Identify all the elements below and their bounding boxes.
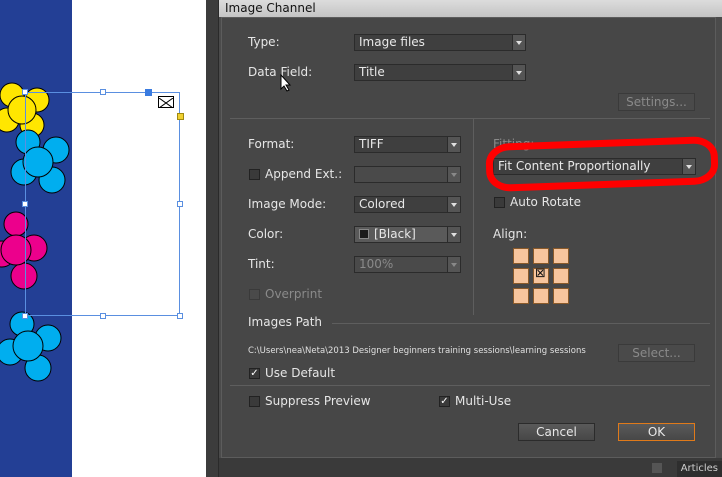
section-divider-vertical [473,119,474,315]
frame-handle-mr[interactable] [177,201,183,207]
overprint-label: Overprint [265,287,323,301]
chevron-down-icon [447,257,460,272]
image-mode-dropdown-value: Colored [359,197,406,211]
align-top-right[interactable] [553,248,569,264]
align-middle-left[interactable] [513,268,529,284]
frame-anchor-handle[interactable] [145,89,152,96]
canvas-pasteboard-edge [206,0,218,477]
settings-button[interactable]: Settings... [618,93,695,111]
type-dropdown[interactable]: Image files [354,34,526,51]
frame-handle-bl[interactable] [22,313,28,319]
frame-in-port[interactable] [177,113,184,120]
align-middle-right[interactable] [553,268,569,284]
empty-image-frame-icon [158,96,174,109]
align-bottom-right[interactable] [553,288,569,304]
cancel-button[interactable]: Cancel [518,423,595,441]
images-path-divider [332,323,710,324]
panel-arrow-icon[interactable] [652,463,662,473]
type-dropdown-value: Image files [359,35,425,49]
images-path-label: Images Path [248,315,323,329]
multi-use-checkbox[interactable]: ✓ [439,396,450,407]
document-canvas [0,0,210,477]
section-divider-bottom [230,385,710,386]
data-field-dropdown[interactable]: Title [354,64,526,81]
frame-handle-br[interactable] [177,313,183,319]
color-swatch [359,229,369,239]
color-dropdown-value: [Black] [374,227,416,241]
dialog-body: Type: Image files Data Field: Title Sett… [221,17,719,458]
append-ext-label: Append Ext.: [265,167,343,181]
tint-dropdown[interactable]: 100% [354,256,461,273]
suppress-preview-label: Suppress Preview [265,394,371,408]
tint-dropdown-value: 100% [359,257,394,271]
red-annotation-highlight [485,135,719,193]
image-mode-label: Image Mode: [248,197,327,211]
image-frame[interactable] [25,92,180,316]
append-ext-dropdown[interactable] [354,166,461,183]
frame-handle-ml[interactable] [22,201,28,207]
align-label: Align: [493,227,528,241]
background-panel-strip [219,458,722,477]
articles-panel-tab[interactable]: Articles [676,461,722,477]
data-field-dropdown-value: Title [359,65,385,79]
chevron-down-icon [447,197,460,212]
image-mode-dropdown[interactable]: Colored [354,196,461,213]
section-divider-top [230,118,710,119]
images-path-value: C:\Users\nea\Neta\2013 Designer beginner… [248,346,586,356]
chevron-down-icon [512,65,525,80]
align-bottom-center[interactable] [533,288,549,304]
image-channel-dialog: Image Channel Type: Image files Data Fie… [218,0,722,477]
chevron-down-icon [512,35,525,50]
mouse-cursor-icon [280,74,292,92]
use-default-label: Use Default [265,366,336,380]
format-dropdown-value: TIFF [359,137,384,151]
append-ext-checkbox[interactable] [249,169,260,180]
dialog-titlebar[interactable]: Image Channel [219,0,722,17]
align-bottom-left[interactable] [513,288,529,304]
select-button[interactable]: Select... [618,344,695,362]
align-top-center[interactable] [533,248,549,264]
flower-cyan-bottom [0,311,62,382]
align-top-left[interactable] [513,248,529,264]
chevron-down-icon [447,167,460,182]
ok-button[interactable]: OK [618,423,695,441]
chevron-down-icon [447,227,460,242]
tint-label: Tint: [248,257,275,271]
color-label: Color: [248,227,284,241]
suppress-preview-checkbox[interactable] [249,396,260,407]
type-label: Type: [248,35,280,49]
use-default-checkbox[interactable]: ✓ [249,368,260,379]
color-dropdown[interactable]: [Black] [354,226,461,243]
frame-handle-bm[interactable] [100,313,106,319]
format-dropdown[interactable]: TIFF [354,136,461,153]
format-label: Format: [248,137,295,151]
align-center[interactable] [533,266,549,284]
chevron-down-icon [447,137,460,152]
frame-handle-tm[interactable] [100,89,106,95]
auto-rotate-label: Auto Rotate [510,195,581,209]
overprint-checkbox[interactable] [249,289,260,300]
align-grid [513,248,571,306]
frame-handle-tl[interactable] [22,89,28,95]
auto-rotate-checkbox[interactable] [494,197,505,208]
multi-use-label: Multi-Use [455,394,512,408]
